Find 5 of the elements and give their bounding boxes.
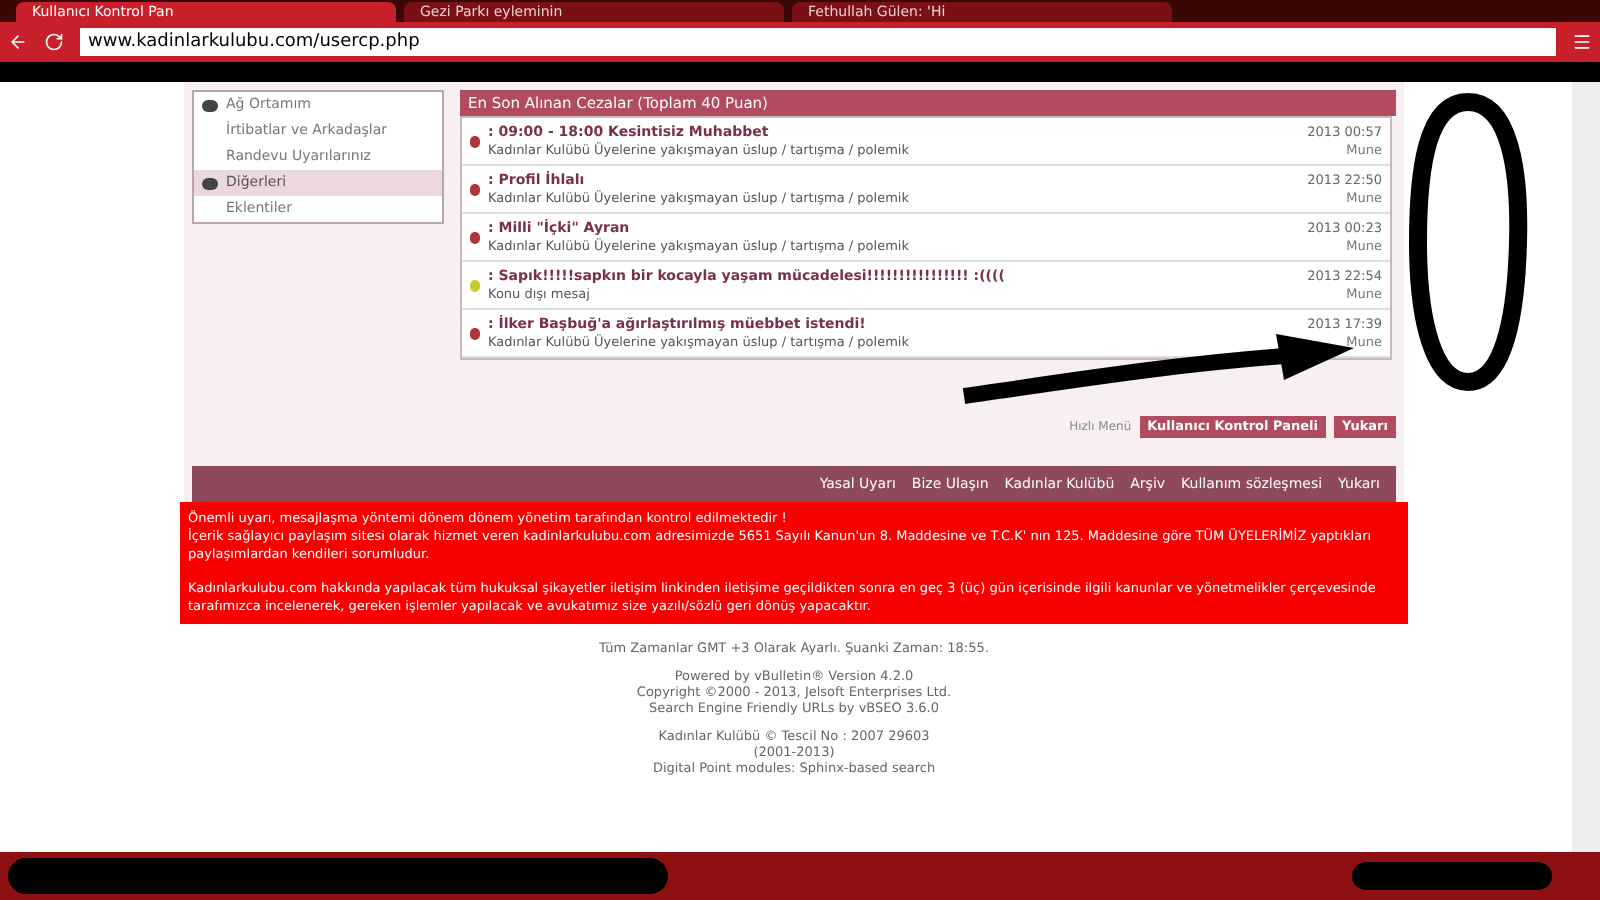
scrollbar[interactable] (1572, 82, 1600, 852)
refresh-icon[interactable] (44, 32, 64, 52)
menu-icon[interactable] (1572, 32, 1592, 52)
address-field[interactable]: www.kadinlarkulubu.com/usercp.php (80, 28, 1556, 56)
back-icon[interactable] (8, 32, 28, 52)
